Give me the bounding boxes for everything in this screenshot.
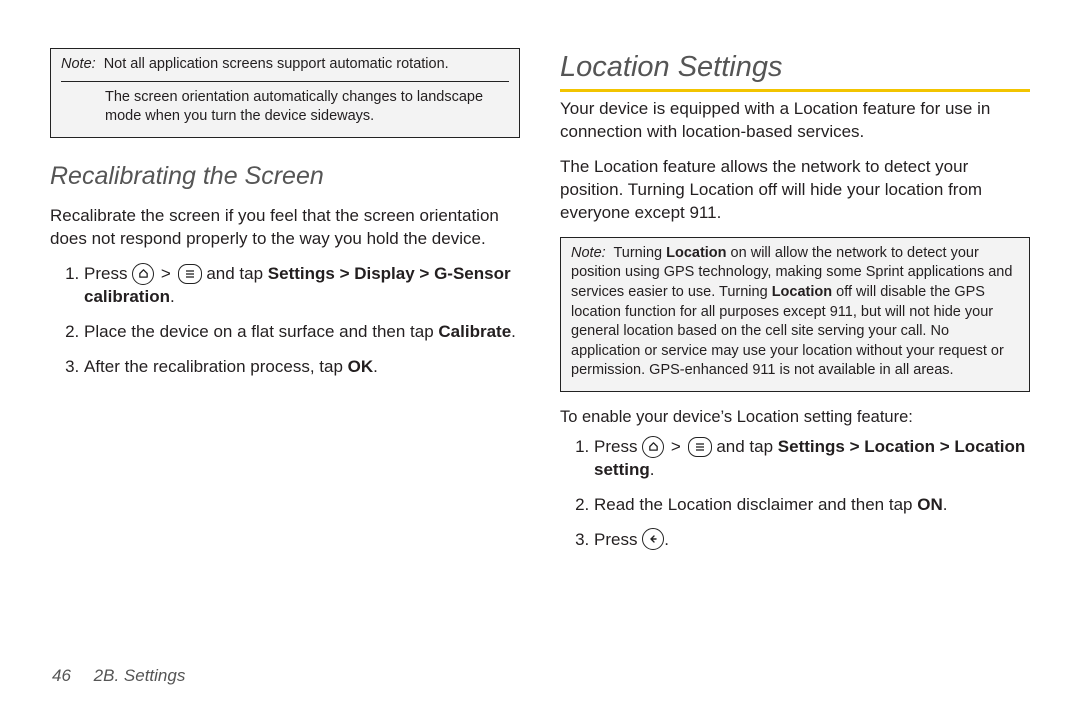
note-b2: Location xyxy=(772,284,832,300)
heading-location-settings: Location Settings xyxy=(560,48,1030,92)
lstep2-bold: ON xyxy=(917,495,943,514)
note-label-2: Note: xyxy=(571,245,606,261)
step3-dot: . xyxy=(373,357,378,376)
note-text-2: The screen orientation automatically cha… xyxy=(105,88,509,127)
note-text-1: Not all application screens support auto… xyxy=(104,56,449,72)
step-2: Place the device on a flat surface and t… xyxy=(84,321,520,344)
step-1: Press > and tap Settings > Display > G-S… xyxy=(84,263,520,309)
location-p2: The Location feature allows the network … xyxy=(560,156,1030,225)
step2-text-a: Place the device on a flat surface and t… xyxy=(84,322,438,341)
home-icon xyxy=(132,263,154,285)
home-icon xyxy=(642,436,664,458)
enable-lead: To enable your device’s Location setting… xyxy=(560,406,1030,428)
step2-dot: . xyxy=(511,322,516,341)
lstep3-a: Press xyxy=(594,530,642,549)
section-label: 2B. Settings xyxy=(94,666,186,685)
page-footer: 46 2B. Settings xyxy=(52,665,185,688)
menu-icon xyxy=(178,264,202,284)
step1-text-a: Press xyxy=(84,264,132,283)
back-icon xyxy=(642,528,664,550)
lstep1-dot: . xyxy=(650,460,655,479)
note-a: Turning xyxy=(613,245,666,261)
step1-dot: . xyxy=(170,287,175,306)
heading-recalibrating: Recalibrating the Screen xyxy=(50,160,520,194)
note-divider xyxy=(61,81,509,82)
lstep3-dot: . xyxy=(664,530,669,549)
note-box-rotation: Note: Not all application screens suppor… xyxy=(50,48,520,138)
step3-text-a: After the recalibration process, tap xyxy=(84,357,348,376)
manual-page: Note: Not all application screens suppor… xyxy=(0,0,1080,720)
note-line-1: Note: Not all application screens suppor… xyxy=(61,55,509,75)
lstep1-a: Press xyxy=(594,437,642,456)
page-number: 46 xyxy=(52,666,71,685)
loc-step-3: Press . xyxy=(594,529,1030,552)
loc-step-2: Read the Location disclaimer and then ta… xyxy=(594,494,1030,517)
gt-icon: > xyxy=(671,437,681,456)
recalibrate-intro: Recalibrate the screen if you feel that … xyxy=(50,205,520,251)
location-steps: Press > and tap Settings > Location > Lo… xyxy=(560,436,1030,552)
note-b1: Location xyxy=(666,245,726,261)
loc-step-1: Press > and tap Settings > Location > Lo… xyxy=(594,436,1030,482)
step2-bold: Calibrate xyxy=(438,322,511,341)
step1-text-b: and tap xyxy=(206,264,267,283)
lstep1-b: and tap xyxy=(716,437,777,456)
menu-icon xyxy=(688,437,712,457)
note-location-body: Note: Turning Location on will allow the… xyxy=(571,244,1019,381)
recalibrate-steps: Press > and tap Settings > Display > G-S… xyxy=(50,263,520,379)
gt-icon: > xyxy=(161,264,171,283)
step3-bold: OK xyxy=(348,357,374,376)
note-box-location: Note: Turning Location on will allow the… xyxy=(560,237,1030,392)
step-3: After the recalibration process, tap OK. xyxy=(84,356,520,379)
right-column: Location Settings Your device is equippe… xyxy=(560,48,1030,680)
location-p1: Your device is equipped with a Location … xyxy=(560,98,1030,144)
note-label: Note: xyxy=(61,56,96,72)
left-column: Note: Not all application screens suppor… xyxy=(50,48,520,680)
lstep2-dot: . xyxy=(943,495,948,514)
lstep2-a: Read the Location disclaimer and then ta… xyxy=(594,495,917,514)
